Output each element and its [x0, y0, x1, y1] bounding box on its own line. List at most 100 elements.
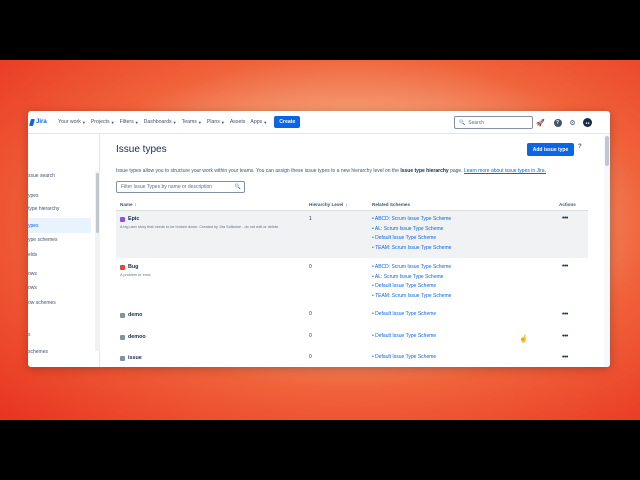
scrollbar-thumb[interactable] [605, 136, 609, 166]
help-question-icon[interactable]: ? [578, 144, 582, 150]
scheme-link[interactable]: Default Issue Type Scheme [372, 333, 436, 343]
more-actions-icon[interactable]: ••• [562, 311, 568, 318]
hierarchy-level: 0 [309, 311, 312, 317]
scheme-link[interactable]: Default Issue Type Scheme [372, 283, 451, 293]
column-header-actions: Actions [559, 202, 576, 207]
issue-type-name: demo [120, 312, 142, 318]
table-row[interactable]: Epic A big user story that needs to be b… [116, 211, 588, 258]
row-name[interactable]: demoo [128, 334, 146, 340]
sidebar-item-label: ypes [28, 222, 39, 229]
sort-icon: ↓ [345, 202, 348, 207]
scheme-link[interactable]: ABCD: Scrum Issue Type Scheme [372, 264, 451, 274]
table-row[interactable]: issue 0 Default Issue Type Scheme ••• [116, 349, 588, 367]
table-row[interactable]: Bug A problem or error. 0 ABCD: Scrum Is… [116, 258, 588, 305]
chevron-down-icon: ▼ [220, 119, 225, 125]
nav-filters[interactable]: Filters ▼ [120, 119, 139, 125]
scheme-link[interactable]: Default Issue Type Scheme [372, 354, 436, 364]
search-input[interactable]: 🔍 Search [454, 116, 533, 129]
description-bold: Issue type hierarchy [400, 168, 449, 174]
nav-label: Dashboards [143, 119, 172, 125]
hierarchy-level: 1 [309, 216, 312, 222]
sidebar-item-screens[interactable]: s [28, 332, 31, 338]
nav-label: Filters [119, 119, 134, 125]
notifications-icon[interactable]: 🚀 [536, 118, 545, 127]
column-header-name[interactable]: Name ↕ [120, 202, 137, 207]
scheme-link[interactable]: TEAM: Scrum Issue Type Scheme [372, 245, 451, 255]
sidebar-item-workflows-2[interactable]: ows [28, 285, 37, 291]
related-schemes: Default Issue Type Scheme [372, 354, 436, 364]
related-schemes: ABCD: Scrum Issue Type Scheme AL: Scrum … [372, 216, 452, 255]
row-name[interactable]: issue [128, 355, 142, 361]
chevron-down-icon: ▼ [110, 119, 115, 125]
nav-apps[interactable]: Apps ▼ [250, 119, 267, 125]
sidebar-item-screen-schemes[interactable]: schemes [28, 349, 48, 355]
description-text-mid: page. [448, 168, 464, 174]
filter-input[interactable]: Filter Issue Types by name or descriptio… [116, 181, 245, 193]
more-actions-icon[interactable]: ••• [562, 354, 568, 361]
sidebar-item-workflows[interactable]: ows [28, 271, 37, 277]
chevron-down-icon: ▼ [134, 119, 139, 125]
scheme-link[interactable]: AL: Scrum Issue Type Scheme [372, 274, 451, 284]
scheme-link[interactable]: ABCD: Scrum Issue Type Scheme [372, 216, 451, 226]
nav-label: Plans [206, 119, 220, 125]
nav-plans[interactable]: Plans ▼ [207, 119, 225, 125]
column-header-hierarchy[interactable]: Hierarchy Level ↓ [309, 202, 348, 207]
column-label: Hierarchy Level [309, 202, 344, 207]
nav-label: Projects [90, 119, 110, 125]
nav-label: Your work [58, 119, 81, 125]
nav-dashboards[interactable]: Dashboards ▼ [144, 119, 177, 125]
hand-cursor-icon: ☝ [519, 336, 528, 343]
issue-type-name: Epic [120, 216, 139, 222]
chevron-down-icon: ▼ [197, 119, 202, 125]
nav-assets[interactable]: Assets [230, 119, 246, 125]
browser-window: Jira Your work ▼ Projects ▼ Filters ▼ Dashb… [28, 111, 610, 367]
sidebar-item-types[interactable]: ypes [28, 193, 39, 199]
issue-type-name: issue [120, 355, 142, 361]
jira-logo-icon [29, 118, 35, 126]
settings-sidebar: ssue search ypes type hierarchy ypes ype… [28, 134, 100, 367]
table-row[interactable]: demoo 0 Default Issue Type Scheme ••• [116, 327, 588, 349]
scheme-link[interactable]: AL: Scrum Issue Type Scheme [372, 226, 451, 236]
settings-gear-icon[interactable]: ⚙ [568, 118, 577, 127]
scheme-link[interactable]: Default Issue Type Scheme [372, 235, 451, 245]
jira-logo[interactable]: Jira [29, 118, 58, 126]
chevron-down-icon: ▼ [172, 119, 177, 125]
row-name[interactable]: demo [128, 312, 142, 318]
nav-projects[interactable]: Projects ▼ [91, 119, 115, 125]
scrollbar-thumb[interactable] [96, 173, 99, 233]
sidebar-item-issue-types[interactable]: ypes [28, 218, 91, 233]
page-scrollbar[interactable] [604, 135, 610, 367]
table-row[interactable]: demo 0 Default Issue Type Scheme ••• [116, 305, 588, 327]
nav-label: Apps [250, 119, 263, 125]
more-actions-icon[interactable]: ••• [562, 215, 568, 222]
create-button[interactable]: Create [274, 116, 301, 128]
search-icon: 🔍 [234, 184, 241, 190]
logo-text: Jira [36, 119, 47, 125]
sidebar-item-type-schemes[interactable]: ype schemes [28, 237, 57, 243]
add-issue-type-button[interactable]: Add issue type [527, 143, 574, 156]
related-schemes: Default Issue Type Scheme [372, 311, 436, 321]
sidebar-item-type-hierarchy[interactable]: type hierarchy [28, 206, 59, 212]
scheme-link[interactable]: TEAM: Scrum Issue Type Scheme [372, 293, 451, 303]
learn-more-link[interactable]: Learn more about issue types in Jira. [464, 168, 546, 174]
related-schemes: ABCD: Scrum Issue Type Scheme AL: Scrum … [372, 264, 452, 303]
row-name[interactable]: Bug [128, 264, 138, 270]
profile-avatar[interactable]: ●● [583, 118, 592, 127]
sidebar-item-workflow-schemes[interactable]: ow schemes [28, 300, 56, 306]
sidebar-item-issue-search[interactable]: ssue search [28, 173, 55, 179]
nav-your-work[interactable]: Your work ▼ [58, 119, 86, 125]
scheme-link[interactable]: Default Issue Type Scheme [372, 311, 436, 321]
issue-type-description: A problem or error. [120, 273, 152, 277]
task-icon [120, 312, 125, 318]
column-label: Name [120, 202, 133, 207]
row-name[interactable]: Epic [128, 216, 139, 222]
column-header-schemes: Related Schemes [372, 202, 411, 207]
sidebar-item-fields[interactable]: elds [28, 252, 37, 258]
more-actions-icon[interactable]: ••• [562, 333, 568, 340]
sort-icon: ↕ [134, 202, 137, 207]
more-actions-icon[interactable]: ••• [562, 263, 568, 270]
help-icon[interactable]: ? [553, 118, 562, 127]
avatar: ●● [583, 118, 592, 127]
nav-teams[interactable]: Teams ▼ [182, 119, 202, 125]
issue-type-description: A big user story that needs to be broken… [120, 225, 280, 229]
